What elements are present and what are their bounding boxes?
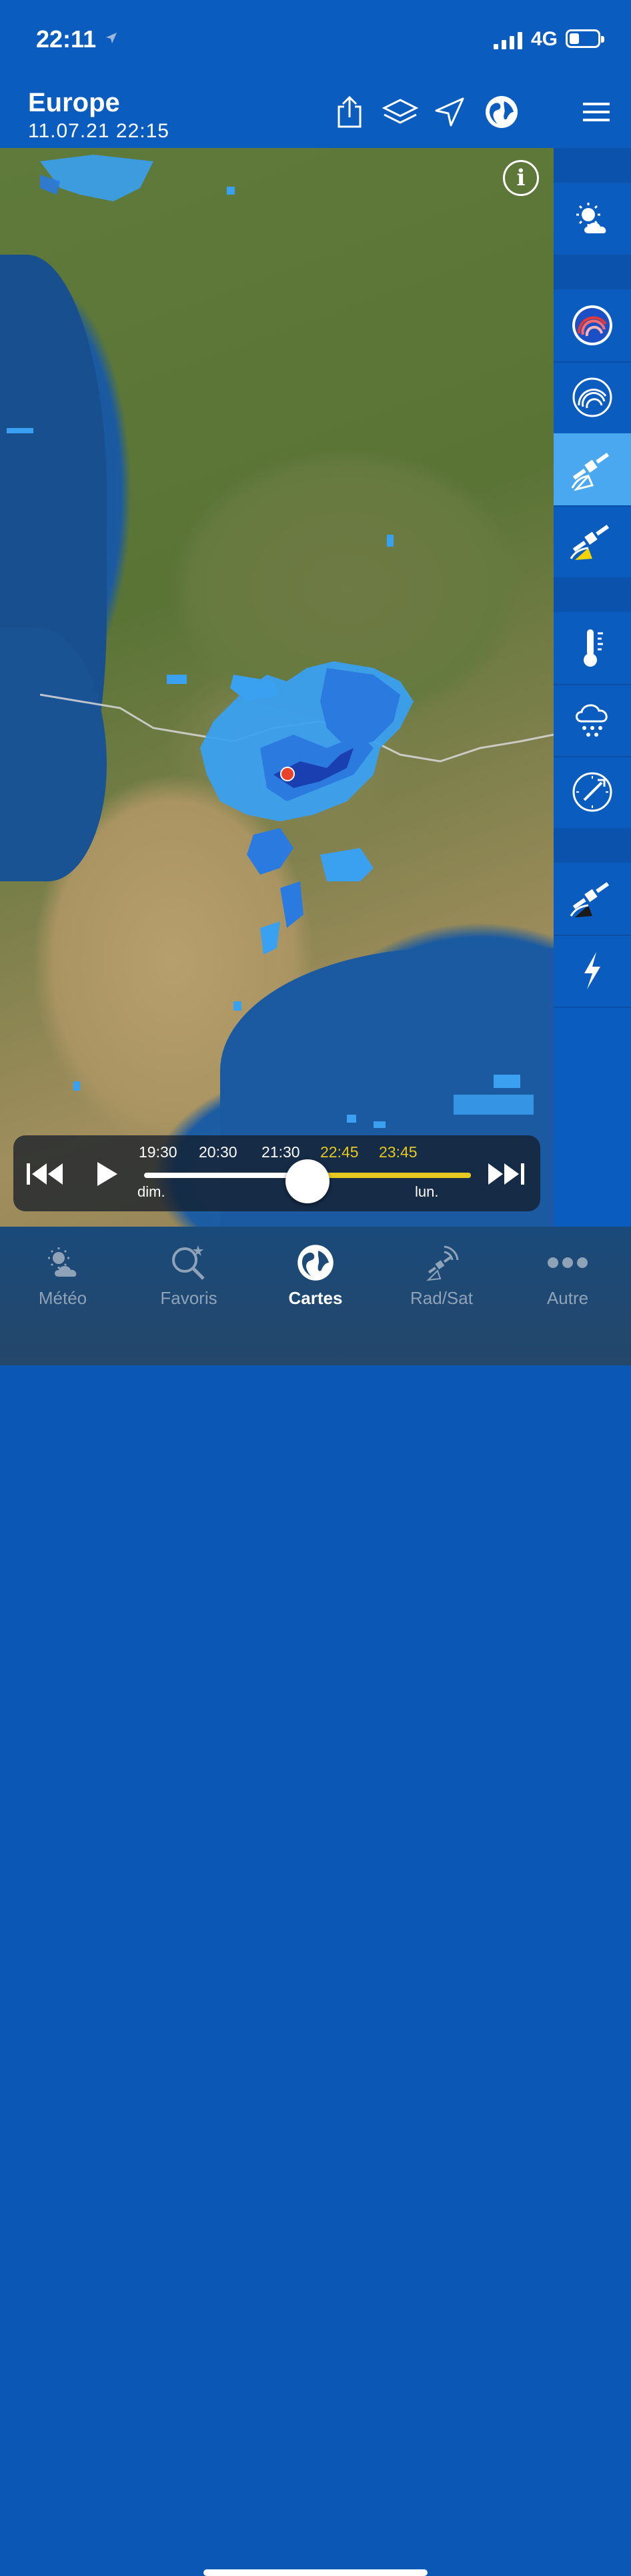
rain-cloud-icon[interactable] <box>554 684 631 757</box>
battery-icon <box>566 29 604 48</box>
time-tick: 21:30 <box>261 1143 300 1161</box>
share-icon[interactable] <box>331 93 368 131</box>
map-header: Europe 11.07.21 22:15 <box>0 80 631 148</box>
location-arrow-icon <box>106 33 117 43</box>
tab-bar: Météo Favoris Cartes Rad/Sat Autre <box>0 1227 631 2576</box>
tab-favoris[interactable]: Favoris <box>135 1240 242 1313</box>
sidebar-divider <box>554 828 631 863</box>
time-tick: 20:30 <box>199 1143 237 1161</box>
tab-label: Autre <box>546 1288 589 1308</box>
skip-forward-icon[interactable] <box>484 1154 527 1194</box>
more-icon <box>514 1240 621 1285</box>
thermometer-icon[interactable] <box>554 612 631 685</box>
day-label-start: dim. <box>137 1183 165 1200</box>
sidebar-divider <box>554 577 631 612</box>
radar-color-icon[interactable] <box>554 289 631 363</box>
weather-icon <box>9 1240 116 1285</box>
play-icon[interactable] <box>85 1154 128 1194</box>
satellite-night-icon[interactable] <box>554 863 631 936</box>
timeline-future-segment <box>307 1173 471 1178</box>
wind-gauge-icon[interactable] <box>554 756 631 829</box>
sidebar-divider <box>554 255 631 289</box>
day-label-end: lun. <box>415 1183 439 1200</box>
network-type: 4G <box>531 28 558 50</box>
home-indicator <box>203 2569 428 2576</box>
layer-sidebar <box>554 148 631 1227</box>
skip-back-icon[interactable] <box>24 1154 67 1194</box>
status-bar: 22:11 4G <box>0 0 631 80</box>
tab-cartes[interactable]: Cartes <box>262 1240 369 1313</box>
satellite-active-icon[interactable] <box>554 433 631 507</box>
radar-overlay <box>7 155 534 1128</box>
tab-label: Rad/Sat <box>410 1288 473 1308</box>
location-marker[interactable] <box>280 767 295 781</box>
tab-label: Cartes <box>288 1288 343 1308</box>
region-title: Europe <box>28 88 120 117</box>
status-time: 22:11 <box>36 25 97 53</box>
satellite-yellow-icon[interactable] <box>554 505 631 579</box>
tab-meteo[interactable]: Météo <box>9 1240 116 1313</box>
map-datetime: 11.07.21 22:15 <box>28 120 169 142</box>
tab-radsat[interactable]: Rad/Sat <box>388 1240 495 1313</box>
signal-strength-icon <box>494 32 522 49</box>
tab-label: Météo <box>38 1288 87 1308</box>
globe-icon <box>262 1240 369 1285</box>
lightning-icon[interactable] <box>554 935 631 1008</box>
timeline-slider-knob[interactable] <box>285 1159 330 1203</box>
timeline-player: 19:30 20:30 21:30 22:45 23:45 dim. lun. <box>13 1135 540 1211</box>
time-tick-future: 23:45 <box>379 1143 418 1161</box>
tab-autre[interactable]: Autre <box>514 1240 621 1313</box>
time-tick-future: 22:45 <box>320 1143 359 1161</box>
globe-icon[interactable] <box>483 93 520 131</box>
radar-satellite-icon <box>388 1240 495 1285</box>
layers-icon[interactable] <box>382 93 419 131</box>
info-icon[interactable]: i <box>503 160 539 196</box>
time-tick: 19:30 <box>139 1143 177 1161</box>
favorites-search-icon <box>135 1240 242 1285</box>
location-icon[interactable] <box>431 93 468 131</box>
menu-icon[interactable] <box>578 93 615 131</box>
radar-outline-icon[interactable] <box>554 361 631 435</box>
weather-map[interactable]: i <box>0 148 554 1227</box>
sidebar-divider <box>554 148 631 183</box>
weather-sun-cloud-icon[interactable] <box>554 183 631 256</box>
tab-label: Favoris <box>160 1288 217 1308</box>
